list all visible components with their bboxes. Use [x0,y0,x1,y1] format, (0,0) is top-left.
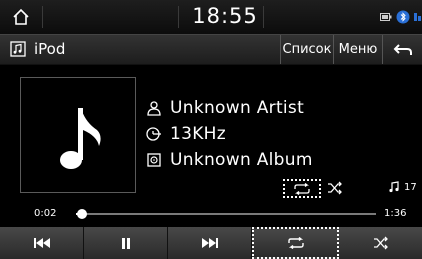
total-duration: 1:36 [384,208,407,219]
system-icons [380,10,422,24]
signal-icon [414,13,421,21]
album-art [20,77,136,193]
back-arrow-icon [393,43,412,55]
artist-name: Unknown Artist [170,98,305,118]
status-bar: 18:55 [0,0,422,34]
album-name: Unknown Album [170,150,313,170]
shuffle-icon [328,181,342,195]
next-button[interactable] [168,227,252,259]
shuffle-button[interactable] [339,227,422,259]
music-note-icon [60,108,101,169]
artist-row: Unknown Artist [146,98,304,118]
battery-icon [380,13,392,21]
home-icon [13,8,29,25]
frequency-icon [146,127,161,141]
album-icon [147,153,161,167]
progress-knob[interactable] [77,209,88,219]
previous-icon [33,238,50,248]
back-button[interactable] [382,35,422,64]
album-row: Unknown Album [146,150,313,170]
playback-controls [0,227,422,259]
elapsed-time: 0:02 [34,208,57,219]
music-note-small-icon [389,181,399,193]
repeat-button[interactable] [252,227,339,259]
music-file-icon [10,41,26,57]
home-button[interactable] [6,3,36,31]
bluetooth-icon [396,10,410,24]
pause-button[interactable] [84,227,168,259]
progress-bar[interactable] [76,209,376,219]
status-divider [42,6,43,28]
source-title: iPod [34,40,66,58]
repeat-mode-indicator [283,179,321,198]
status-divider [178,6,179,28]
shuffle-icon [373,236,388,250]
list-button[interactable]: Список [280,35,333,64]
clock: 18:55 [192,4,258,28]
repeat-icon [294,182,310,195]
previous-button[interactable] [0,227,84,259]
track-number-value: 17 [404,181,417,193]
status-divider [263,6,264,28]
pause-icon [121,237,130,249]
title-bar: iPod Список Меню [0,34,422,65]
next-icon [201,238,218,248]
quality-row: 13KHz [146,124,226,144]
menu-button[interactable]: Меню [333,35,382,64]
repeat-icon [287,237,304,249]
audio-quality: 13KHz [170,124,226,144]
track-number: 17 [388,181,417,193]
person-icon [147,101,161,116]
ipod-player-screen: 18:55 iPod Список Меню Unknown Artist 13… [0,0,422,259]
